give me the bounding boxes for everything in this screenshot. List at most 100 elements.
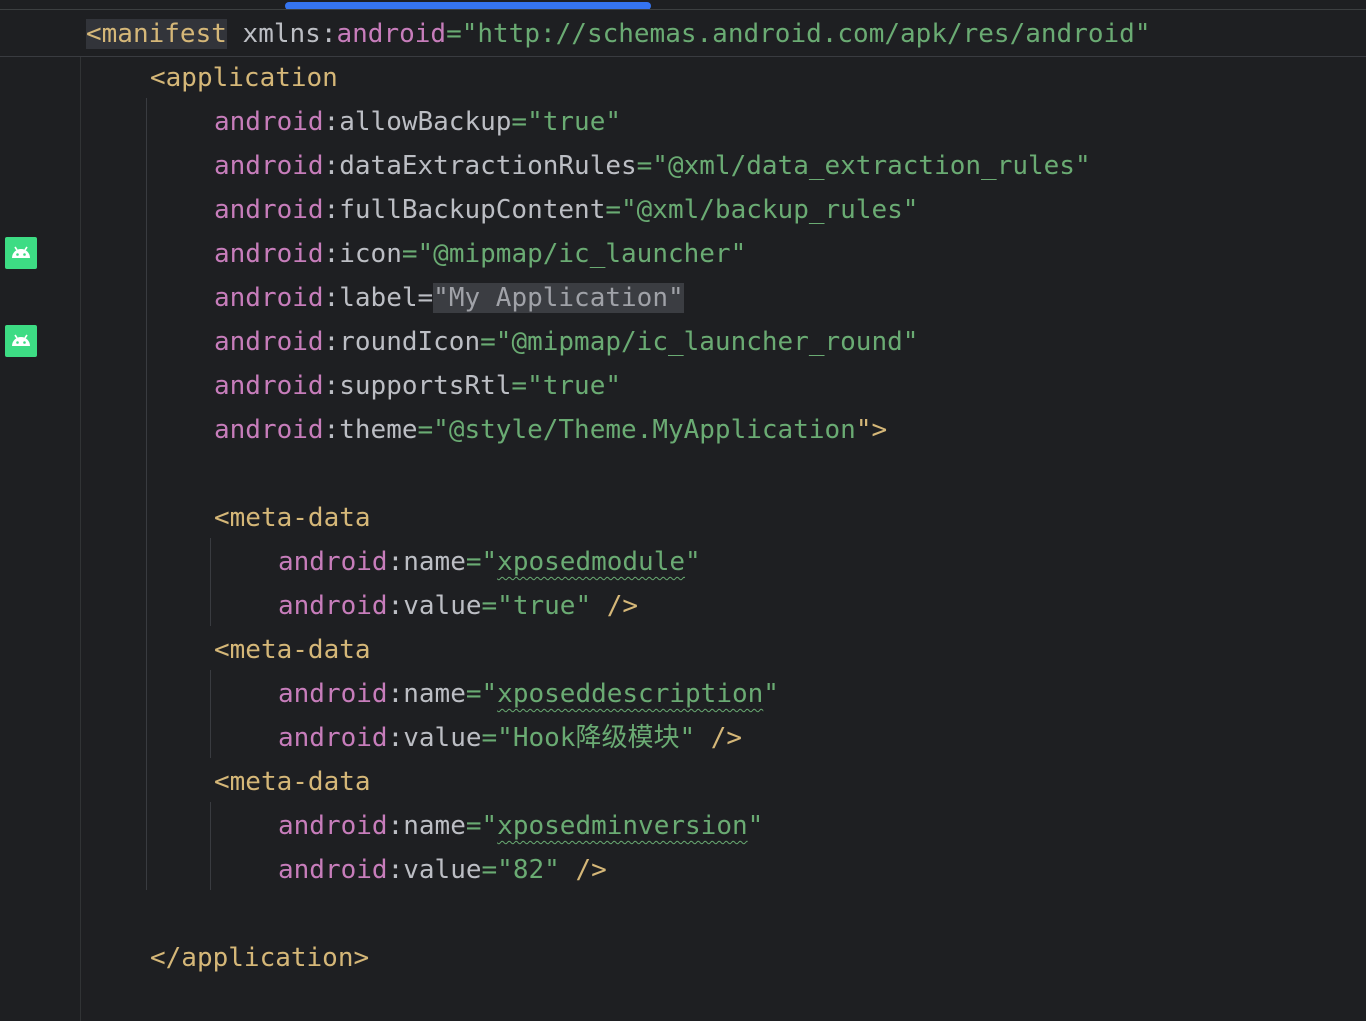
- code-line[interactable]: android:value="82" />: [278, 848, 607, 892]
- colon: :: [387, 547, 404, 577]
- equals-quote: =": [446, 19, 478, 49]
- equals-quote: =": [481, 855, 513, 885]
- code-line[interactable]: android:supportsRtl="true": [214, 364, 621, 408]
- value-supportsrtl: true: [542, 371, 606, 401]
- attr-theme: theme: [339, 415, 418, 445]
- application-close-tag: </application>: [150, 943, 370, 973]
- colon: :: [323, 239, 340, 269]
- indent-guide: [146, 98, 147, 890]
- closing-quote: ": [685, 547, 701, 577]
- equals-quote: =": [481, 723, 513, 753]
- attr-supportsrtl: supportsRtl: [339, 371, 512, 401]
- indent-guide: [210, 802, 211, 890]
- value-meta3-value: 82: [512, 855, 545, 885]
- value-roundicon: @mipmap/ic_launcher_round: [511, 327, 903, 357]
- colon: :: [323, 327, 340, 357]
- meta-data-open-tag: <meta-data: [214, 767, 371, 797]
- attr-label: label: [339, 283, 418, 313]
- attr-value: value: [403, 855, 482, 885]
- namespace-prefix: android: [278, 547, 388, 577]
- equals-quote: =": [481, 591, 513, 621]
- code-line[interactable]: android:allowBackup="true": [214, 100, 621, 144]
- attr-name: name: [403, 547, 466, 577]
- code-line[interactable]: android:name="xposedmodule": [278, 540, 701, 584]
- closing-quote: ": [730, 239, 747, 269]
- code-editor[interactable]: <manifest xmlns:android="http://schemas.…: [0, 0, 1366, 1021]
- application-open-tag: <application: [150, 63, 338, 93]
- tag-bracket: <: [86, 19, 102, 49]
- equals-quote: =": [511, 107, 543, 137]
- android-icon[interactable]: [5, 237, 37, 269]
- value-meta1-name: xposedmodule: [497, 547, 686, 577]
- value-meta3-name: xposedminversion: [497, 811, 748, 841]
- code-line[interactable]: <meta-data: [214, 496, 371, 540]
- code-line[interactable]: android:name="xposeddescription": [278, 672, 779, 716]
- equals-quote: =": [417, 415, 449, 445]
- closing-quote: ": [763, 679, 779, 709]
- namespace-prefix: android: [214, 151, 324, 181]
- value-meta2-name: xposeddescription: [497, 679, 764, 709]
- closing-quote: ": [1134, 19, 1151, 49]
- namespace-prefix: android: [214, 195, 324, 225]
- code-line[interactable]: android:value="true" />: [278, 584, 638, 628]
- code-line[interactable]: </application>: [150, 936, 369, 980]
- colon: :: [323, 371, 340, 401]
- colon: :: [387, 811, 404, 841]
- tag-close: ">: [855, 415, 888, 445]
- attr-name: name: [403, 679, 466, 709]
- namespace-prefix: android: [214, 239, 324, 269]
- code-line[interactable]: android:label="My Application": [214, 276, 684, 320]
- attr-value: value: [403, 723, 482, 753]
- namespace-prefix: android: [214, 371, 324, 401]
- colon: :: [323, 283, 340, 313]
- equals-quote: =": [465, 811, 498, 841]
- value-fullbackupcontent: @xml/backup_rules: [636, 195, 903, 225]
- equals-quote: =": [465, 547, 498, 577]
- label-value-highlight[interactable]: "My Application": [433, 283, 684, 313]
- namespace-prefix: android: [278, 811, 388, 841]
- android-icon[interactable]: [5, 325, 37, 357]
- colon: :: [387, 679, 404, 709]
- code-line[interactable]: android:dataExtractionRules="@xml/data_e…: [214, 144, 1091, 188]
- indent-guide: [210, 670, 211, 758]
- equals-quote: =": [636, 151, 668, 181]
- code-line[interactable]: android:fullBackupContent="@xml/backup_r…: [214, 188, 918, 232]
- code-line[interactable]: <meta-data: [214, 628, 371, 672]
- meta-data-open-tag: <meta-data: [214, 635, 371, 665]
- colon: :: [387, 591, 404, 621]
- attr-dataextractionrules: dataExtractionRules: [339, 151, 637, 181]
- xmlns-value: http://schemas.android.com/apk/res/andro…: [477, 19, 1135, 49]
- attr-roundicon: roundIcon: [339, 327, 481, 357]
- indent-guide: [210, 538, 211, 626]
- closing-quote: ": [575, 591, 592, 621]
- equals-quote: =": [401, 239, 434, 269]
- attr-name: name: [403, 811, 466, 841]
- code-line[interactable]: <application: [150, 56, 338, 100]
- code-line[interactable]: android:value="Hook降级模块" />: [278, 716, 742, 760]
- value-label: My Application: [448, 283, 668, 313]
- equals-quote: =": [605, 195, 637, 225]
- closing-quote: ": [605, 371, 622, 401]
- code-line[interactable]: android:theme="@style/Theme.MyApplicatio…: [214, 408, 887, 452]
- value-allowbackup: true: [542, 107, 606, 137]
- value-meta1-value: true: [512, 591, 576, 621]
- code-line[interactable]: <meta-data: [214, 760, 371, 804]
- namespace-prefix: android: [214, 107, 324, 137]
- colon: :: [323, 151, 340, 181]
- value-theme: @style/Theme.MyApplication: [448, 415, 856, 445]
- namespace-prefix: android: [278, 723, 388, 753]
- attr-value: value: [403, 591, 482, 621]
- closing-quote: ": [747, 811, 764, 841]
- code-line[interactable]: android:icon="@mipmap/ic_launcher": [214, 232, 746, 276]
- closing-quote: ": [679, 723, 696, 753]
- code-line[interactable]: android:roundIcon="@mipmap/ic_launcher_r…: [214, 320, 918, 364]
- namespace-prefix: android: [278, 679, 388, 709]
- closing-quote: ": [544, 855, 560, 885]
- sticky-manifest-line[interactable]: <manifest xmlns:android="http://schemas.…: [86, 12, 1150, 56]
- editor-top-border: [0, 9, 1366, 10]
- code-line[interactable]: android:name="xposedminversion": [278, 804, 763, 848]
- meta-data-open-tag: <meta-data: [214, 503, 371, 533]
- colon: :: [387, 723, 404, 753]
- closing-quote: ": [1074, 151, 1091, 181]
- namespace-prefix: android: [214, 283, 324, 313]
